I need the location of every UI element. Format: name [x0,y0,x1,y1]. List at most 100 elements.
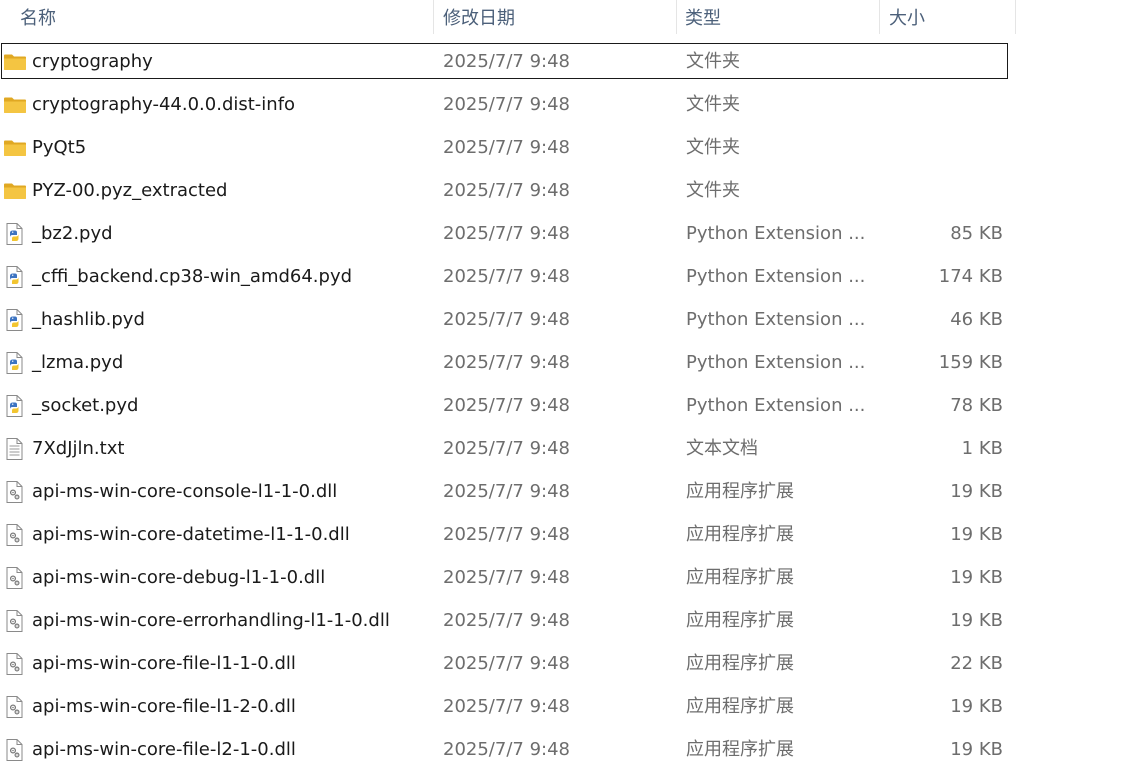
file-date: 2025/7/7 9:48 [443,309,570,330]
file-row[interactable]: api-ms-win-core-errorhandling-l1-1-0.dll… [0,600,1016,643]
text-file-icon [3,437,27,461]
file-size: 85 KB [950,223,1003,244]
file-size: 159 KB [938,352,1003,373]
file-name: api-ms-win-core-file-l1-2-0.dll [32,696,296,717]
file-name: api-ms-win-core-file-l1-1-0.dll [32,653,296,674]
column-header: 名称 修改日期 类型 大小 [0,0,1016,34]
file-name: api-ms-win-core-datetime-l1-1-0.dll [32,524,350,545]
file-name: _bz2.pyd [32,223,113,244]
file-date: 2025/7/7 9:48 [443,266,570,287]
file-size: 19 KB [950,739,1003,760]
file-name: cryptography-44.0.0.dist-info [32,94,296,115]
dll-file-icon [3,480,27,504]
column-header-type[interactable]: 类型 [677,0,880,34]
file-type: 文件夹 [686,51,740,72]
file-row[interactable]: api-ms-win-core-file-l1-2-0.dll 2025/7/7… [0,686,1016,729]
file-row[interactable]: _lzma.pyd 2025/7/7 9:48 Python Extension… [0,342,1016,385]
column-header-name[interactable]: 名称 [0,0,434,34]
file-row[interactable]: api-ms-win-core-file-l2-1-0.dll 2025/7/7… [0,729,1016,772]
file-type: 文件夹 [686,180,740,201]
file-row[interactable]: _cffi_backend.cp38-win_amd64.pyd 2025/7/… [0,256,1016,299]
file-date: 2025/7/7 9:48 [443,524,570,545]
file-type: 应用程序扩展 [686,739,794,760]
file-date: 2025/7/7 9:48 [443,137,570,158]
file-size: 19 KB [950,567,1003,588]
file-list: cryptography 2025/7/7 9:48 文件夹 cryptogra… [0,41,1016,772]
file-size: 1 KB [961,438,1003,459]
folder-icon [3,179,27,203]
column-header-size[interactable]: 大小 [880,0,1016,34]
file-date: 2025/7/7 9:48 [443,739,570,760]
column-header-date-label: 修改日期 [443,8,515,29]
folder-icon [3,50,27,74]
file-size: 19 KB [950,524,1003,545]
file-type: Python Extension ... [686,395,866,416]
column-header-date[interactable]: 修改日期 [434,0,677,34]
file-name: 7XdJjln.txt [32,438,125,459]
python-file-icon [3,351,27,375]
file-name: api-ms-win-core-file-l2-1-0.dll [32,739,296,760]
dll-file-icon [3,566,27,590]
file-size: 19 KB [950,481,1003,502]
file-size: 19 KB [950,696,1003,717]
file-type: Python Extension ... [686,266,866,287]
folder-icon [3,93,27,117]
python-file-icon [3,308,27,332]
file-row[interactable]: 7XdJjln.txt 2025/7/7 9:48 文本文档 1 KB [0,428,1016,471]
file-row[interactable]: api-ms-win-core-debug-l1-1-0.dll 2025/7/… [0,557,1016,600]
file-date: 2025/7/7 9:48 [443,438,570,459]
file-size: 46 KB [950,309,1003,330]
file-name: _socket.pyd [32,395,139,416]
file-date: 2025/7/7 9:48 [443,94,570,115]
file-size: 78 KB [950,395,1003,416]
dll-file-icon [3,652,27,676]
file-row[interactable]: cryptography-44.0.0.dist-info 2025/7/7 9… [0,84,1016,127]
file-date: 2025/7/7 9:48 [443,653,570,674]
file-type: 文件夹 [686,137,740,158]
file-date: 2025/7/7 9:48 [443,51,570,72]
file-date: 2025/7/7 9:48 [443,610,570,631]
file-name: PYZ-00.pyz_extracted [32,180,228,201]
file-name: api-ms-win-core-errorhandling-l1-1-0.dll [32,610,390,631]
file-date: 2025/7/7 9:48 [443,223,570,244]
file-row[interactable]: api-ms-win-core-file-l1-1-0.dll 2025/7/7… [0,643,1016,686]
file-type: 应用程序扩展 [686,696,794,717]
file-name: PyQt5 [32,137,87,158]
file-name: cryptography [32,51,153,72]
column-header-name-label: 名称 [20,8,56,29]
file-name: api-ms-win-core-debug-l1-1-0.dll [32,567,326,588]
dll-file-icon [3,738,27,762]
file-row[interactable]: _hashlib.pyd 2025/7/7 9:48 Python Extens… [0,299,1016,342]
python-file-icon [3,265,27,289]
file-type: Python Extension ... [686,309,866,330]
python-file-icon [3,394,27,418]
file-type: 文本文档 [686,438,758,459]
file-type: Python Extension ... [686,352,866,373]
file-name: _hashlib.pyd [32,309,145,330]
file-date: 2025/7/7 9:48 [443,180,570,201]
file-date: 2025/7/7 9:48 [443,567,570,588]
file-row[interactable]: _socket.pyd 2025/7/7 9:48 Python Extensi… [0,385,1016,428]
file-row[interactable]: _bz2.pyd 2025/7/7 9:48 Python Extension … [0,213,1016,256]
file-type: 应用程序扩展 [686,653,794,674]
dll-file-icon [3,609,27,633]
file-name: api-ms-win-core-console-l1-1-0.dll [32,481,338,502]
file-row[interactable]: PYZ-00.pyz_extracted 2025/7/7 9:48 文件夹 [0,170,1016,213]
file-name: _lzma.pyd [32,352,124,373]
file-date: 2025/7/7 9:48 [443,352,570,373]
python-file-icon [3,222,27,246]
file-row[interactable]: api-ms-win-core-datetime-l1-1-0.dll 2025… [0,514,1016,557]
file-row[interactable]: PyQt5 2025/7/7 9:48 文件夹 [0,127,1016,170]
file-type: 应用程序扩展 [686,481,794,502]
file-type: 应用程序扩展 [686,610,794,631]
file-name: _cffi_backend.cp38-win_amd64.pyd [32,266,353,287]
file-size: 174 KB [938,266,1003,287]
file-row[interactable]: cryptography 2025/7/7 9:48 文件夹 [0,41,1016,84]
file-size: 22 KB [950,653,1003,674]
folder-icon [3,136,27,160]
file-date: 2025/7/7 9:48 [443,395,570,416]
file-type: 应用程序扩展 [686,567,794,588]
file-row[interactable]: api-ms-win-core-console-l1-1-0.dll 2025/… [0,471,1016,514]
column-header-type-label: 类型 [685,8,721,29]
file-size: 19 KB [950,610,1003,631]
